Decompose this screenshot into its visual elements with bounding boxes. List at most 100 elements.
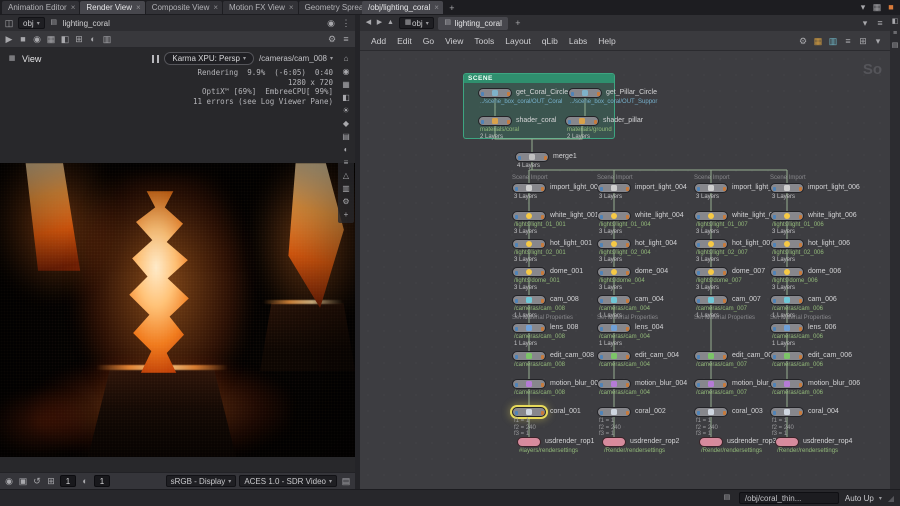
render-flag[interactable] <box>723 243 726 247</box>
render-viewport[interactable]: ▦ View Karma XPU: Persp ▾ /cameras/cam_0… <box>0 48 355 472</box>
network-tab[interactable]: ▤ lighting_coral <box>438 17 508 30</box>
display-flag[interactable] <box>600 411 603 415</box>
display-flag[interactable] <box>600 299 603 303</box>
display-options-icon[interactable]: ≡ <box>341 158 351 168</box>
render-flag[interactable] <box>597 92 600 96</box>
camera-selector[interactable]: /cameras/cam_008 ▾ <box>259 54 333 63</box>
renderer-selector[interactable]: Karma XPU: Persp ▾ <box>164 52 254 65</box>
render-flag[interactable] <box>541 215 544 219</box>
menu-layout[interactable]: Layout <box>500 34 536 48</box>
node-body[interactable] <box>694 351 728 361</box>
node-body[interactable] <box>597 379 631 389</box>
display-flag[interactable] <box>600 243 603 247</box>
normals-icon[interactable]: △ <box>341 171 351 181</box>
menu-labs[interactable]: Labs <box>564 34 592 48</box>
display-flag[interactable] <box>773 411 776 415</box>
auto-update-select[interactable]: Auto Up ▾ <box>845 494 882 503</box>
tile-view-icon[interactable]: ⊞ <box>73 33 85 45</box>
back-icon[interactable]: ◀ <box>364 17 373 29</box>
render-flag[interactable] <box>626 411 629 415</box>
menu-view[interactable]: View <box>440 34 468 48</box>
pane-maximize-icon[interactable]: ◫ <box>3 17 15 29</box>
node-body[interactable] <box>699 437 723 447</box>
render-flag[interactable] <box>723 383 726 387</box>
tree-panel-icon[interactable]: ≡ <box>891 30 899 38</box>
new-tab-icon[interactable]: + <box>446 2 458 14</box>
render-flag[interactable] <box>626 299 629 303</box>
render-flag[interactable] <box>541 243 544 247</box>
render-flag[interactable] <box>507 92 510 96</box>
up-icon[interactable]: ▲ <box>386 17 395 29</box>
channel-view-icon[interactable]: ▥ <box>101 33 113 45</box>
node-body[interactable] <box>517 437 541 447</box>
node-body[interactable] <box>775 437 799 447</box>
split-view-icon[interactable]: ◧ <box>341 93 351 103</box>
compare-icon[interactable]: ▣ <box>17 475 29 487</box>
display-transform-select[interactable]: ACES 1.0 - SDR Video ▾ <box>239 475 337 487</box>
resize-grip[interactable]: ◢ <box>888 494 894 503</box>
display-flag[interactable] <box>515 299 518 303</box>
node-body[interactable] <box>597 239 631 249</box>
pane-tab-motion-fx-view[interactable]: Motion FX View× <box>223 1 298 14</box>
render-flag[interactable] <box>799 327 802 331</box>
node-body[interactable] <box>478 88 512 98</box>
node-body[interactable] <box>694 183 728 193</box>
render-flag[interactable] <box>544 156 547 160</box>
node-body[interactable] <box>597 295 631 305</box>
display-flag[interactable] <box>481 120 484 124</box>
node-body[interactable] <box>770 407 804 417</box>
node-body[interactable] <box>597 183 631 193</box>
node-body[interactable] <box>512 267 546 277</box>
render-options-menu-icon[interactable]: ≡ <box>340 33 352 45</box>
render-flag[interactable] <box>799 215 802 219</box>
node-body[interactable] <box>602 437 626 447</box>
display-flag[interactable] <box>515 215 518 219</box>
display-flag[interactable] <box>515 355 518 359</box>
pane-tab-animation-editor[interactable]: Animation Editor× <box>2 1 79 14</box>
forward-icon[interactable]: ▶ <box>375 17 384 29</box>
display-flag[interactable] <box>600 271 603 275</box>
pane-menu-icon[interactable]: ≡ <box>874 17 886 29</box>
node-body[interactable] <box>565 116 599 126</box>
display-flag[interactable] <box>773 271 776 275</box>
exposure-icon[interactable]: ◐ <box>79 475 91 487</box>
display-flag[interactable] <box>518 156 521 160</box>
aov-list-icon[interactable]: ▥ <box>341 184 351 194</box>
node-body[interactable] <box>512 323 546 333</box>
node-body[interactable] <box>512 295 546 305</box>
message-log-icon[interactable]: ▤ <box>721 492 733 504</box>
display-flag[interactable] <box>773 355 776 359</box>
render-flag[interactable] <box>626 327 629 331</box>
display-flag[interactable] <box>568 120 571 124</box>
node-body[interactable] <box>770 267 804 277</box>
render-flag[interactable] <box>799 243 802 247</box>
takes-panel-icon[interactable]: ▤ <box>891 42 899 50</box>
render-flag[interactable] <box>799 187 802 191</box>
node-body[interactable] <box>694 379 728 389</box>
pause-render-icon[interactable] <box>152 55 159 63</box>
display-flag[interactable] <box>697 383 700 387</box>
menu-edit[interactable]: Edit <box>392 34 417 48</box>
node-body[interactable] <box>512 407 546 417</box>
node-body[interactable] <box>770 295 804 305</box>
network-settings-icon[interactable]: ⚙ <box>797 35 809 47</box>
render-flag[interactable] <box>541 299 544 303</box>
add-overlay-icon[interactable]: + <box>341 210 351 220</box>
display-flag[interactable] <box>600 327 603 331</box>
menu-tools[interactable]: Tools <box>469 34 499 48</box>
display-flag[interactable] <box>773 187 776 191</box>
render-flag[interactable] <box>541 411 544 415</box>
node-body[interactable] <box>597 407 631 417</box>
node-body[interactable] <box>568 88 602 98</box>
node-body[interactable] <box>770 183 804 193</box>
node-body[interactable] <box>478 116 512 126</box>
split-compare-icon[interactable]: ◧ <box>59 33 71 45</box>
menu-go[interactable]: Go <box>418 34 439 48</box>
node-body[interactable] <box>770 323 804 333</box>
background-grid-icon[interactable]: ⊞ <box>45 475 57 487</box>
close-tab-icon[interactable]: × <box>71 3 76 12</box>
viewport-settings-icon[interactable]: ⚙ <box>341 197 351 207</box>
display-flag[interactable] <box>515 187 518 191</box>
display-flag[interactable] <box>600 187 603 191</box>
display-flag[interactable] <box>697 411 700 415</box>
